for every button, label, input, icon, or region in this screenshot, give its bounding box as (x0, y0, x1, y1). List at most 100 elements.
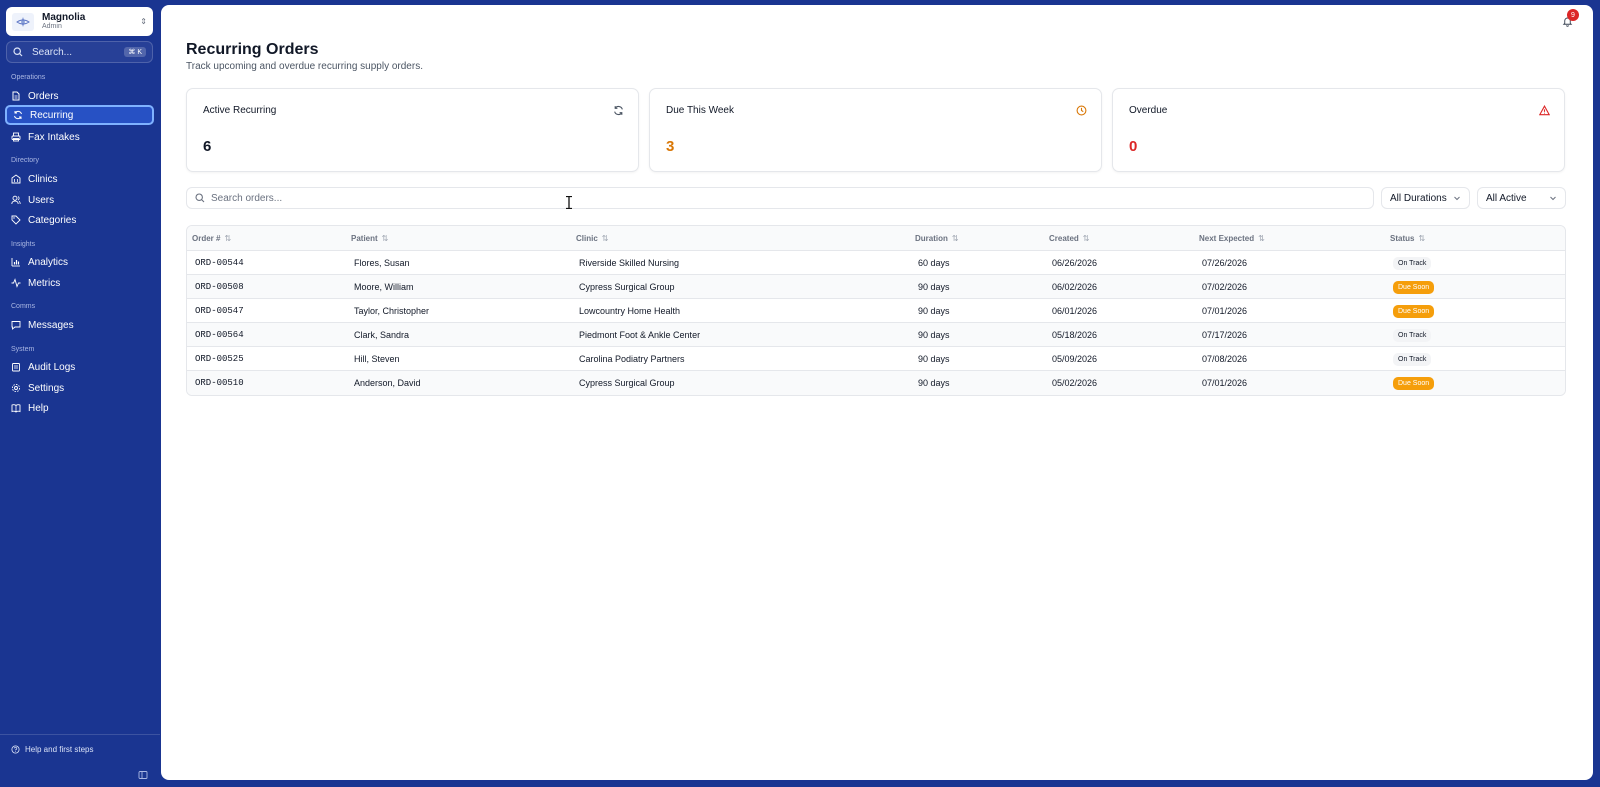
sidebar-search[interactable]: Search... ⌘ K (6, 41, 153, 63)
clinic-name: Lowcountry Home Health (579, 306, 681, 316)
chevron-updown-icon: ⇕ (140, 17, 147, 26)
stat-card-value: 3 (666, 138, 675, 155)
table-row[interactable]: ORD-00544 Flores, Susan Riverside Skille… (187, 251, 1565, 275)
sidebar-item-fax-intakes[interactable]: Fax Intakes (5, 127, 154, 147)
sidebar-item-label: Help (28, 402, 49, 414)
patient-name: Flores, Susan (354, 258, 410, 268)
clipboard-icon (12, 363, 20, 372)
sort-icon: ⇅ (951, 234, 959, 243)
column-header-label: Patient (351, 234, 378, 243)
sidebar-item-label: Users (28, 194, 55, 206)
table-row[interactable]: ORD-00525 Hill, Steven Carolina Podiatry… (187, 347, 1565, 371)
column-header-next-expected[interactable]: Next Expected ⇅ (1199, 226, 1265, 251)
main-panel: 9 Recurring Orders Track upcoming and ov… (161, 5, 1593, 780)
column-header-label: Duration (915, 234, 948, 243)
clock-icon (1076, 103, 1087, 121)
column-header-duration[interactable]: Duration ⇅ (915, 226, 959, 251)
chevron-down-icon (1454, 196, 1460, 201)
column-header-patient[interactable]: Patient ⇅ (351, 226, 388, 251)
next-expected-date: 07/01/2026 (1202, 378, 1248, 388)
sidebar-item-settings[interactable]: Settings (5, 378, 154, 398)
stat-card-title: Overdue (1129, 105, 1168, 116)
help-first-steps-link[interactable]: Help and first steps (11, 745, 93, 754)
duration-filter-select[interactable]: All Durations (1381, 187, 1470, 209)
order-search-input[interactable] (211, 192, 1361, 204)
patient-name: Hill, Steven (354, 354, 400, 364)
order-number: ORD-00547 (195, 306, 244, 316)
table-header: Order # ⇅ Patient ⇅ Clinic ⇅ Duration ⇅ Crea… (187, 226, 1565, 251)
status-filter-value: All Active (1486, 192, 1527, 204)
sidebar-footer: Help and first steps (0, 734, 160, 787)
notifications-button[interactable]: 9 (1562, 9, 1579, 32)
tag-icon (11, 215, 21, 225)
section-comms: Comms (11, 303, 36, 310)
section-directory: Directory (11, 157, 40, 164)
org-role: Admin (42, 23, 62, 31)
user-icon (11, 195, 21, 205)
sidebar-item-categories[interactable]: Categories (5, 210, 154, 230)
sidebar-item-help[interactable]: Help (5, 398, 154, 418)
duration: 90 days (918, 282, 950, 292)
status-badge: Due Soon (1393, 280, 1435, 294)
panel-left-icon (138, 771, 148, 779)
sort-icon: ⇅ (1258, 234, 1265, 243)
sidebar-item-analytics[interactable]: Analytics (5, 252, 154, 272)
sidebar-item-orders[interactable]: Orders (5, 86, 154, 106)
notification-count-badge: 9 (1567, 9, 1579, 21)
sidebar-item-audit-logs[interactable]: Audit Logs (5, 357, 154, 377)
sidebar-item-messages[interactable]: Messages (5, 315, 154, 335)
table-row[interactable]: ORD-00547 Taylor, Christopher Lowcountry… (187, 299, 1565, 323)
order-number: ORD-00564 (195, 330, 244, 340)
status-badge: On Track (1393, 256, 1432, 270)
org-switcher[interactable]: Magnolia Admin ⇕ (6, 7, 153, 36)
sidebar-item-clinics[interactable]: Clinics (5, 169, 154, 189)
order-number: ORD-00525 (195, 354, 244, 364)
column-header-clinic[interactable]: Clinic ⇅ (576, 226, 608, 251)
search-icon (13, 47, 23, 57)
patient-name: Clark, Sandra (354, 330, 410, 340)
bar-chart-icon (11, 258, 20, 267)
sort-icon: ⇅ (381, 234, 389, 243)
order-number: ORD-00544 (195, 258, 244, 268)
patient-name: Taylor, Christopher (354, 306, 430, 316)
status-filter-select[interactable]: All Active (1477, 187, 1566, 209)
section-insights: Insights (11, 241, 36, 248)
sidebar-item-label: Audit Logs (28, 361, 76, 373)
sidebar-item-label: Settings (28, 382, 65, 394)
sidebar-item-metrics[interactable]: Metrics (5, 273, 154, 293)
created-date: 05/02/2026 (1052, 378, 1098, 388)
table-row[interactable]: ORD-00508 Moore, William Cypress Surgica… (187, 275, 1565, 299)
patient-name: Anderson, David (354, 378, 421, 388)
table-row[interactable]: ORD-00510 Anderson, David Cypress Surgic… (187, 371, 1565, 395)
next-expected-date: 07/17/2026 (1202, 330, 1248, 340)
page-title: Recurring Orders (186, 41, 319, 58)
column-header-status[interactable]: Status ⇅ (1390, 226, 1425, 251)
building-icon (11, 174, 21, 184)
next-expected-date: 07/26/2026 (1202, 258, 1248, 268)
created-date: 06/01/2026 (1052, 306, 1098, 316)
sidebar-item-users[interactable]: Users (5, 190, 154, 210)
created-date: 05/18/2026 (1052, 330, 1098, 340)
sidebar-collapse-button[interactable] (138, 767, 148, 785)
column-header-order[interactable]: Order # ⇅ (192, 226, 231, 251)
duration: 90 days (918, 354, 950, 364)
clinic-name: Riverside Skilled Nursing (579, 258, 680, 268)
activity-icon (11, 278, 21, 288)
section-operations: Operations (11, 74, 46, 81)
org-name: Magnolia (42, 11, 86, 23)
sidebar-item-label: Categories (28, 214, 77, 226)
sidebar-item-recurring[interactable]: Recurring (5, 105, 154, 125)
sort-icon: ⇅ (1418, 234, 1426, 243)
status-badge: Due Soon (1393, 376, 1435, 390)
stat-card-value: 6 (203, 138, 212, 155)
table-row[interactable]: ORD-00564 Clark, Sandra Piedmont Foot & … (187, 323, 1565, 347)
created-date: 06/02/2026 (1052, 282, 1098, 292)
patient-name: Moore, William (354, 282, 414, 292)
book-icon (11, 404, 21, 413)
page-subtitle: Track upcoming and overdue recurring sup… (186, 61, 423, 72)
order-search-field[interactable] (186, 187, 1374, 209)
status-badge: Due Soon (1393, 304, 1435, 318)
column-header-created[interactable]: Created ⇅ (1049, 226, 1090, 251)
duration: 90 days (918, 306, 950, 316)
printer-icon (11, 132, 21, 142)
